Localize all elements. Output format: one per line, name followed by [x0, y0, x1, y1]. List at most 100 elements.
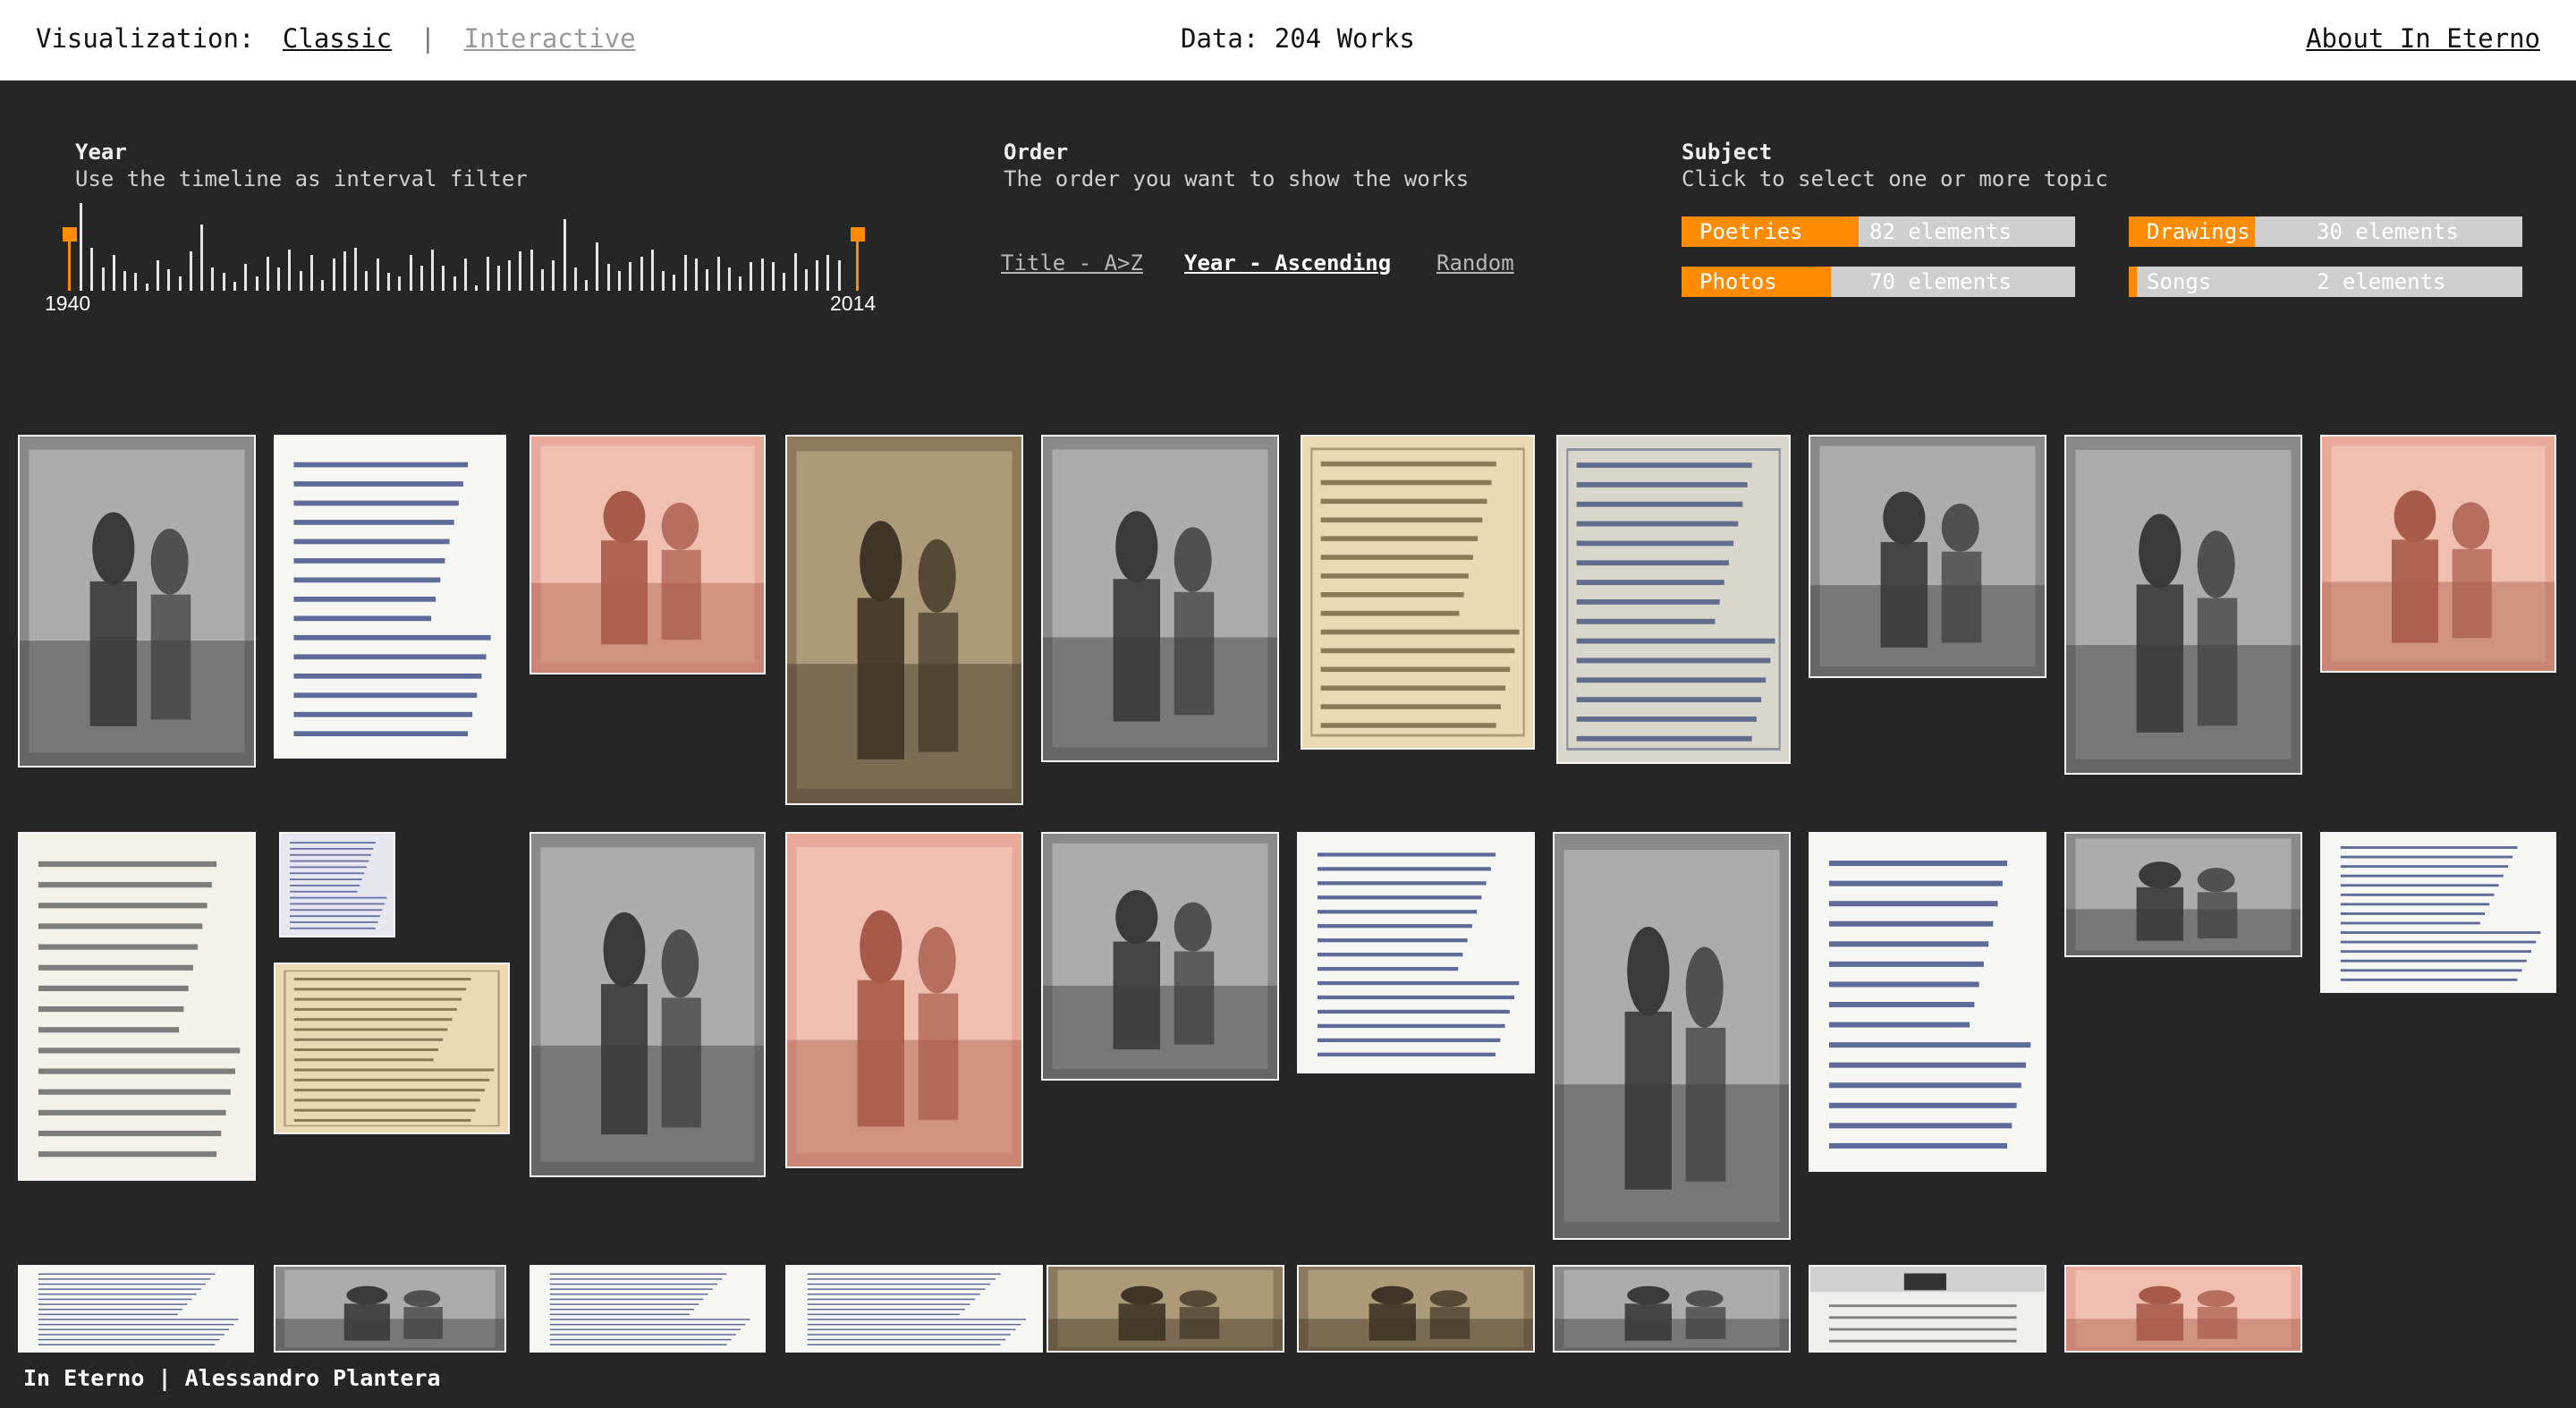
timeline-tick — [255, 276, 258, 291]
work-thumbnail-art — [284, 970, 500, 1127]
topic-poetries-count: 82 elements — [1869, 219, 2012, 244]
timeline-tick — [475, 285, 479, 291]
work-child-garden-photo[interactable] — [1809, 435, 2046, 678]
timeline-tick — [299, 271, 302, 291]
work-grid-paper-poem[interactable] — [1297, 832, 1535, 1073]
work-thumbnail-art — [1048, 1269, 1283, 1351]
topic-songs-fill — [2129, 267, 2137, 297]
timeline-tick — [266, 257, 269, 291]
work-thumbnail-art — [1317, 852, 1520, 1056]
footer-credit: In Eterno | Alessandro Plantera — [23, 1365, 441, 1391]
timeline-tick — [826, 255, 830, 291]
work-form-document[interactable] — [1301, 435, 1535, 750]
timeline-tick — [650, 250, 654, 291]
timeline-tick — [816, 260, 819, 291]
work-soldiers-photo[interactable] — [1553, 1265, 1791, 1353]
topic-poetries[interactable]: Poetries 82 elements — [1682, 216, 2075, 247]
timeline-tick — [321, 280, 325, 291]
timeline-tick — [640, 257, 643, 291]
order-year-ascending[interactable]: Year - Ascending — [1184, 250, 1391, 276]
timeline-tick — [585, 280, 589, 291]
work-postcard-letter[interactable] — [279, 832, 395, 937]
work-woman-sitting-photo[interactable] — [1041, 832, 1279, 1081]
timeline-tick — [376, 259, 379, 291]
order-random[interactable]: Random — [1436, 250, 1514, 276]
timeline-tick — [431, 250, 435, 291]
interactive-link[interactable]: Interactive — [464, 23, 636, 54]
work-short-letter[interactable] — [1809, 832, 2046, 1172]
work-wedding-exit-photo[interactable] — [1553, 832, 1791, 1240]
work-wedding-group-photo[interactable] — [530, 832, 766, 1177]
footer: In Eterno | Alessandro Plantera — [0, 1353, 2576, 1408]
work-man-walking-photo[interactable] — [785, 435, 1023, 805]
work-thumbnail-art — [20, 449, 254, 766]
timeline-tick — [750, 262, 753, 291]
work-car-picnic-photo[interactable] — [530, 435, 766, 674]
work-thumbnail-art — [1810, 1267, 2045, 1343]
work-long-letter[interactable] — [18, 1265, 254, 1353]
work-father-baby-photo[interactable] — [2064, 435, 2302, 775]
work-thumbnail-art — [1043, 843, 1277, 1079]
classic-link[interactable]: Classic — [283, 23, 392, 54]
work-wedding-photo[interactable] — [1041, 435, 1279, 762]
year-timeline[interactable] — [63, 188, 865, 291]
about-link[interactable]: About In Eterno — [2306, 23, 2540, 54]
work-typed-document[interactable] — [18, 832, 256, 1181]
timeline-tick — [178, 276, 182, 291]
topic-songs[interactable]: Songs 2 elements — [2129, 267, 2522, 297]
work-torn-note[interactable] — [530, 1265, 766, 1353]
work-class-photo[interactable] — [1297, 1265, 1535, 1353]
timeline-tick — [739, 276, 742, 291]
work-group-outdoor-photo[interactable] — [1046, 1265, 1284, 1353]
timeline-tick — [706, 269, 709, 291]
work-thumbnail-art — [807, 1273, 1026, 1345]
timeline-tick — [596, 242, 599, 291]
timeline-tick — [101, 267, 105, 291]
timeline-tick — [519, 251, 522, 291]
work-thumbnail-art — [1555, 1269, 1789, 1351]
work-thumbnail-art — [1555, 850, 1789, 1238]
work-thumbnail-art — [275, 1269, 504, 1351]
work-thumbnail-art — [1043, 449, 1277, 760]
timeline-tick — [157, 260, 159, 291]
timeline-tick — [662, 271, 665, 291]
timeline-tick — [365, 271, 369, 291]
work-field-photo[interactable] — [2064, 1265, 2302, 1353]
work-red-car-photo[interactable] — [785, 832, 1023, 1168]
topic-photos[interactable]: Photos 70 elements — [1682, 267, 2075, 297]
timeline-tick — [618, 271, 621, 291]
timeline-tick — [837, 260, 841, 291]
work-handwritten-poem[interactable] — [274, 435, 506, 759]
work-thumbnail-art — [1299, 1269, 1533, 1351]
work-couple-photo[interactable] — [18, 435, 256, 768]
topic-songs-count: 2 elements — [2317, 269, 2446, 294]
topic-drawings-count: 30 elements — [2317, 219, 2459, 244]
topic-drawings[interactable]: Drawings 30 elements — [2129, 216, 2522, 247]
work-thumbnail-art — [293, 462, 491, 737]
end-year-handle[interactable] — [851, 227, 865, 242]
work-lyrics-sheet[interactable] — [274, 963, 510, 1134]
year-title: Year — [75, 140, 127, 165]
work-landscape-photo[interactable] — [274, 1265, 506, 1353]
work-thumbnail-art — [2066, 1269, 2301, 1351]
timeline-tick — [419, 266, 423, 291]
work-thumbnail-art — [2066, 450, 2301, 773]
work-calendar-page[interactable] — [1809, 1265, 2046, 1353]
work-thumbnail-art — [1566, 448, 1781, 751]
work-thumbnail-art — [531, 445, 764, 673]
timeline-tick — [530, 250, 533, 291]
timeline-tick — [541, 269, 544, 291]
work-woman-reclining-photo[interactable] — [2064, 832, 2302, 957]
work-thumbnail-art — [1828, 861, 2031, 1149]
timeline-tick — [453, 276, 456, 291]
work-notebook-page[interactable] — [2320, 832, 2556, 993]
work-telegram[interactable] — [1556, 435, 1791, 764]
order-title-az[interactable]: Title - A>Z — [1001, 250, 1143, 276]
work-thumbnail-art — [531, 847, 764, 1175]
timeline-tick — [387, 273, 390, 291]
order-title: Order — [1004, 140, 1069, 165]
work-seaside-photo[interactable] — [2320, 435, 2556, 673]
timeline-tick — [552, 260, 555, 291]
work-dated-note[interactable] — [785, 1265, 1043, 1353]
start-year-handle[interactable] — [63, 227, 77, 242]
